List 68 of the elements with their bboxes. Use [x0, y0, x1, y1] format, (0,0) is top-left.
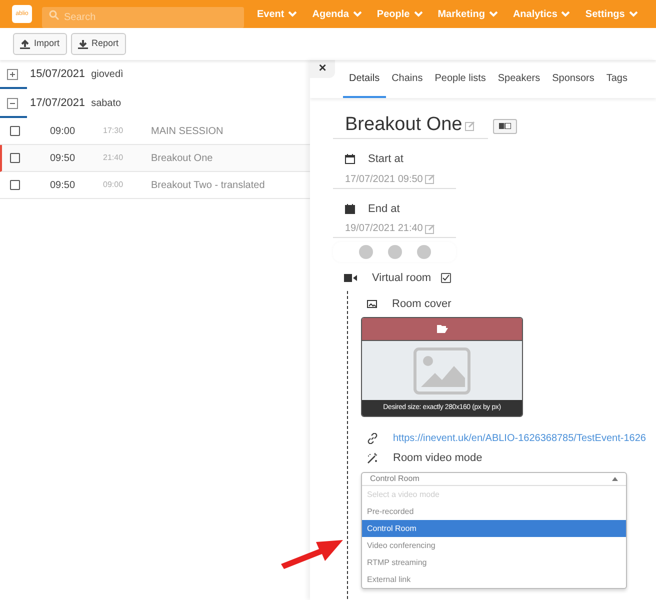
chevron-down-icon [628, 11, 638, 17]
translate-button[interactable] [493, 118, 517, 134]
checkbox[interactable] [10, 153, 20, 163]
field-label: Room video mode [393, 450, 482, 466]
expand-toggle[interactable] [7, 69, 18, 80]
upload-icon [20, 39, 30, 49]
session-title: MAIN SESSION [151, 124, 224, 138]
search-field[interactable]: Search [42, 6, 244, 28]
end-time: 21:40 [103, 152, 124, 164]
collapse-toggle[interactable] [7, 98, 18, 109]
start-time: 09:00 [50, 124, 76, 138]
import-button[interactable]: Import [13, 33, 67, 55]
tab[interactable]: Sponsors [546, 71, 600, 98]
field-label: Virtual room [372, 270, 432, 286]
image-icon [367, 300, 377, 308]
dropdown-option[interactable]: External link [362, 571, 626, 588]
tab[interactable]: Details [343, 71, 386, 98]
plus-icon [9, 71, 16, 78]
calendar-icon [345, 204, 355, 214]
checkbox[interactable] [10, 180, 20, 190]
folder-icon[interactable] [436, 325, 448, 333]
dropdown-option[interactable]: Pre-recorded [362, 503, 626, 520]
session-row[interactable]: 09:50 09:00 Breakout Two - translated [0, 172, 310, 199]
link-icon [367, 432, 378, 444]
tab[interactable]: Speakers [492, 71, 546, 98]
tab[interactable]: Chains [386, 71, 429, 98]
end-time: 17:30 [103, 125, 124, 137]
report-button[interactable]: Report [70, 33, 126, 55]
magic-wand-icon [367, 452, 378, 464]
room-link[interactable]: https://inevent.uk/en/ABLIO-1626368785/TestEvent-1626 [393, 430, 646, 446]
session-title-field[interactable]: Breakout One [345, 111, 462, 140]
start-time: 09:50 [50, 152, 76, 166]
chevron-down-icon [352, 11, 362, 17]
session-title: Breakout One [151, 152, 213, 166]
dropdown-option[interactable]: Control Room [362, 520, 626, 537]
date-field[interactable]: 17/07/2021 09:50 [345, 172, 423, 186]
end-time: 09:00 [103, 179, 124, 191]
close-button[interactable]: × [310, 60, 335, 78]
chevron-down-icon [288, 11, 298, 17]
tab[interactable]: Tags [600, 71, 634, 98]
day-date[interactable]: 15/07/2021 [30, 66, 86, 83]
day-weekday: sabato [91, 97, 122, 111]
annotation-arrow [281, 540, 343, 569]
chevron-down-icon [488, 11, 498, 17]
dropdown-option[interactable]: RTMP streaming [362, 554, 626, 571]
session-row[interactable]: 09:50 21:40 Breakout One [0, 145, 310, 172]
tab[interactable]: People lists [428, 71, 492, 98]
date-field[interactable]: 19/07/2021 21:40 [345, 221, 423, 236]
day-weekday: giovedì [91, 68, 124, 82]
day-date[interactable]: 17/07/2021 [30, 95, 86, 112]
video-camera-icon [344, 274, 357, 282]
video-mode-dropdown[interactable]: Control Room [362, 473, 626, 486]
field-label: Start at [368, 152, 404, 167]
chevron-down-icon [561, 11, 570, 17]
field-label: Room cover [392, 296, 452, 312]
minus-icon [9, 100, 16, 107]
checkbox[interactable] [441, 273, 452, 283]
image-placeholder-icon [413, 346, 471, 394]
session-title: Breakout Two - translated [151, 178, 265, 192]
field-label: End at [368, 202, 400, 216]
dropdown-option[interactable]: Video conferencing [362, 537, 626, 554]
chevron-down-icon [414, 11, 423, 17]
checkbox[interactable] [10, 126, 20, 136]
calendar-icon [345, 154, 355, 164]
start-time: 09:50 [50, 178, 76, 192]
translate-icon [499, 123, 511, 129]
caret-up-icon [612, 477, 618, 481]
download-icon [78, 39, 88, 49]
